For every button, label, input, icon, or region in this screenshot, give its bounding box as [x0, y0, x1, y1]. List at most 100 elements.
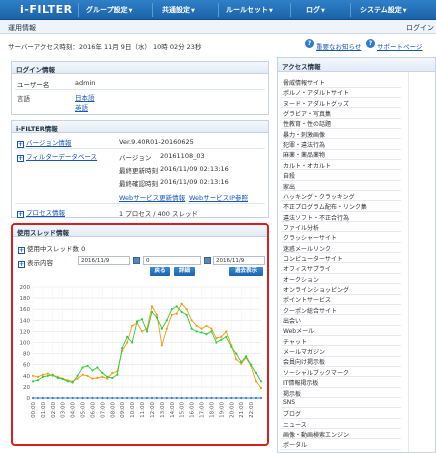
data-point — [41, 375, 44, 378]
username-value: admin — [75, 79, 96, 87]
data-point — [71, 381, 74, 384]
back-button[interactable]: 戻る — [150, 267, 170, 276]
date-to-input[interactable]: 2016/11/9 — [213, 256, 265, 265]
data-point — [205, 396, 208, 400]
data-point — [205, 324, 208, 327]
data-point — [160, 344, 163, 347]
notice-icon[interactable]: ? — [305, 39, 314, 48]
data-point — [140, 318, 144, 321]
calendar-icon[interactable] — [133, 257, 140, 264]
expand-icon[interactable]: + — [18, 261, 25, 268]
y-tick-label: 160 — [20, 307, 31, 313]
divider — [281, 241, 401, 243]
nav-system-settings[interactable]: システム設定▼ — [360, 5, 407, 15]
support-page-link[interactable]: サポートページ — [377, 41, 422, 51]
version-value: Ver.9.40R01-20160625 — [119, 138, 194, 146]
thread-usage-title: 使用スレッド情報 — [13, 225, 267, 237]
y-tick-label: 100 — [20, 341, 31, 347]
language-en-link[interactable]: 英語 — [75, 102, 88, 112]
data-point — [56, 396, 59, 400]
divider — [281, 252, 401, 254]
divider — [281, 86, 401, 88]
data-point — [36, 379, 40, 382]
data-point — [250, 363, 253, 366]
nav-common-settings[interactable]: 共通設定▼ — [162, 5, 195, 15]
data-point — [131, 341, 134, 344]
data-point — [71, 396, 74, 400]
expand-icon[interactable]: + — [18, 247, 25, 254]
data-point — [220, 396, 223, 400]
x-tick-label: 18:00 — [209, 402, 215, 418]
data-point — [240, 396, 243, 400]
date-from-input[interactable]: 2016/11/9 — [78, 256, 130, 265]
web-service-ip-link[interactable]: WebサービスIP参照 — [189, 192, 248, 202]
expand-icon[interactable]: + — [17, 141, 24, 148]
data-point — [180, 302, 183, 305]
db-version-value: 20161108_03 — [160, 152, 205, 160]
divider — [281, 417, 401, 419]
data-point — [230, 345, 233, 348]
username-label: ユーザー名 — [17, 81, 50, 89]
app-logo[interactable]: i-FILTER — [20, 3, 73, 16]
web-update-link[interactable]: Webサービス更新情報 — [119, 192, 185, 202]
process-row: + プロセス情報 — [17, 207, 65, 218]
data-point — [66, 396, 69, 400]
data-point — [106, 375, 109, 378]
x-tick-label: 06:00 — [90, 402, 96, 418]
nav-separator — [350, 3, 351, 17]
nav-log[interactable]: ログ▼ — [306, 5, 325, 15]
data-point — [210, 396, 213, 400]
time-from-input[interactable]: 0 — [143, 256, 201, 265]
x-tick-label: 03:00 — [61, 402, 67, 418]
calendar-icon[interactable] — [204, 257, 211, 264]
ifilter-info-title: i-FILTER情報 — [12, 121, 268, 133]
expand-icon[interactable]: + — [17, 155, 24, 162]
data-point — [190, 319, 193, 322]
divider — [281, 158, 401, 160]
language-ja-link[interactable]: 日本語 — [75, 92, 95, 102]
divider — [281, 355, 401, 357]
divider — [15, 89, 265, 90]
x-tick-label: 10:00 — [130, 402, 136, 418]
important-notice-link[interactable]: 重要なお知らせ — [316, 41, 361, 51]
data-point — [215, 337, 218, 340]
x-tick-label: 08:00 — [110, 402, 116, 418]
login-info-panel: ログイン情報 ユーザー名 admin 言語 日本語 英語 — [11, 61, 269, 115]
nav-group-settings[interactable]: グループ設定▼ — [86, 5, 132, 15]
data-point — [136, 320, 139, 323]
past-display-button[interactable]: 過去表示 — [229, 267, 263, 276]
x-tick-label: 22:00 — [249, 402, 255, 418]
data-point — [175, 312, 178, 315]
db-checked-label: 最終確認時刻 — [119, 180, 158, 188]
login-link[interactable]: ログイン — [406, 23, 434, 33]
filter-db-link[interactable]: フィルターデータベース — [26, 153, 97, 161]
category-item[interactable]: SNS — [283, 399, 295, 406]
process-info-link[interactable]: プロセス情報 — [26, 209, 65, 217]
data-point — [145, 396, 149, 400]
nav-separator — [78, 3, 79, 17]
data-point — [210, 327, 213, 330]
top-nav-bar: i-FILTER グループ設定▼ 共通設定▼ ルールセット▼ ログ▼ システム設… — [0, 0, 436, 20]
data-point — [111, 371, 114, 375]
expand-icon[interactable]: + — [17, 211, 24, 218]
version-info-link[interactable]: バージョン情報 — [26, 139, 71, 147]
data-point — [254, 396, 258, 400]
data-point — [86, 396, 89, 400]
data-point — [140, 396, 144, 400]
data-point — [190, 396, 193, 400]
detail-button[interactable]: 詳細 — [174, 267, 195, 276]
data-point — [200, 396, 203, 400]
data-point — [220, 338, 223, 341]
y-tick-label: 60 — [23, 363, 30, 369]
display-content-label: 表示内容 — [27, 259, 53, 267]
data-point — [175, 305, 178, 308]
data-point — [160, 396, 163, 400]
data-point — [46, 374, 49, 377]
nav-ruleset[interactable]: ルールセット▼ — [226, 5, 273, 15]
data-point — [91, 369, 94, 372]
login-info-title: ログイン情報 — [12, 62, 268, 74]
x-tick-label: 15:00 — [180, 402, 186, 418]
support-icon[interactable]: ? — [366, 39, 375, 48]
data-point — [210, 330, 213, 333]
thread-count-label: 使用中スレッド数 — [27, 245, 79, 253]
